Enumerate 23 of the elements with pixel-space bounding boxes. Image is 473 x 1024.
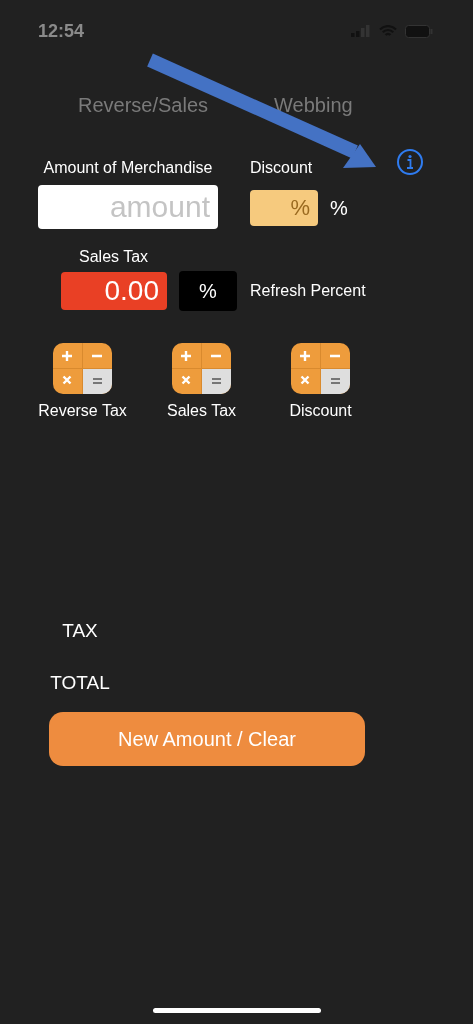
info-icon[interactable] bbox=[395, 148, 424, 176]
amount-field[interactable]: amount bbox=[38, 185, 218, 229]
calculator-button[interactable]: Discount bbox=[272, 343, 369, 420]
refresh-label: Refresh Percent bbox=[250, 282, 366, 300]
status-time: 12:54 bbox=[38, 20, 85, 42]
app-title: Reverse/Sales bbox=[78, 94, 209, 118]
calculator-icon bbox=[291, 343, 350, 394]
calculator-icon bbox=[53, 343, 112, 394]
result-label: TOTAL bbox=[49, 672, 111, 694]
result-label: TAX bbox=[61, 620, 99, 642]
sales-tax-value: 0.00 bbox=[61, 272, 167, 310]
percent-button[interactable]: % bbox=[179, 271, 237, 311]
field-label: Sales Tax bbox=[79, 247, 150, 267]
percent-sign: % bbox=[330, 196, 348, 220]
discount-field[interactable]: % bbox=[250, 190, 318, 226]
field-label: Discount bbox=[250, 158, 314, 178]
calculator-icon bbox=[172, 343, 231, 394]
signal-icon bbox=[351, 25, 371, 37]
battery-icon bbox=[405, 24, 433, 38]
calculator-button[interactable]: Sales Tax bbox=[153, 343, 250, 420]
field-label: Amount of Merchandise bbox=[43, 158, 213, 178]
calculator-button[interactable]: Reverse Tax bbox=[34, 343, 131, 420]
app-title: Webbing bbox=[274, 94, 353, 118]
